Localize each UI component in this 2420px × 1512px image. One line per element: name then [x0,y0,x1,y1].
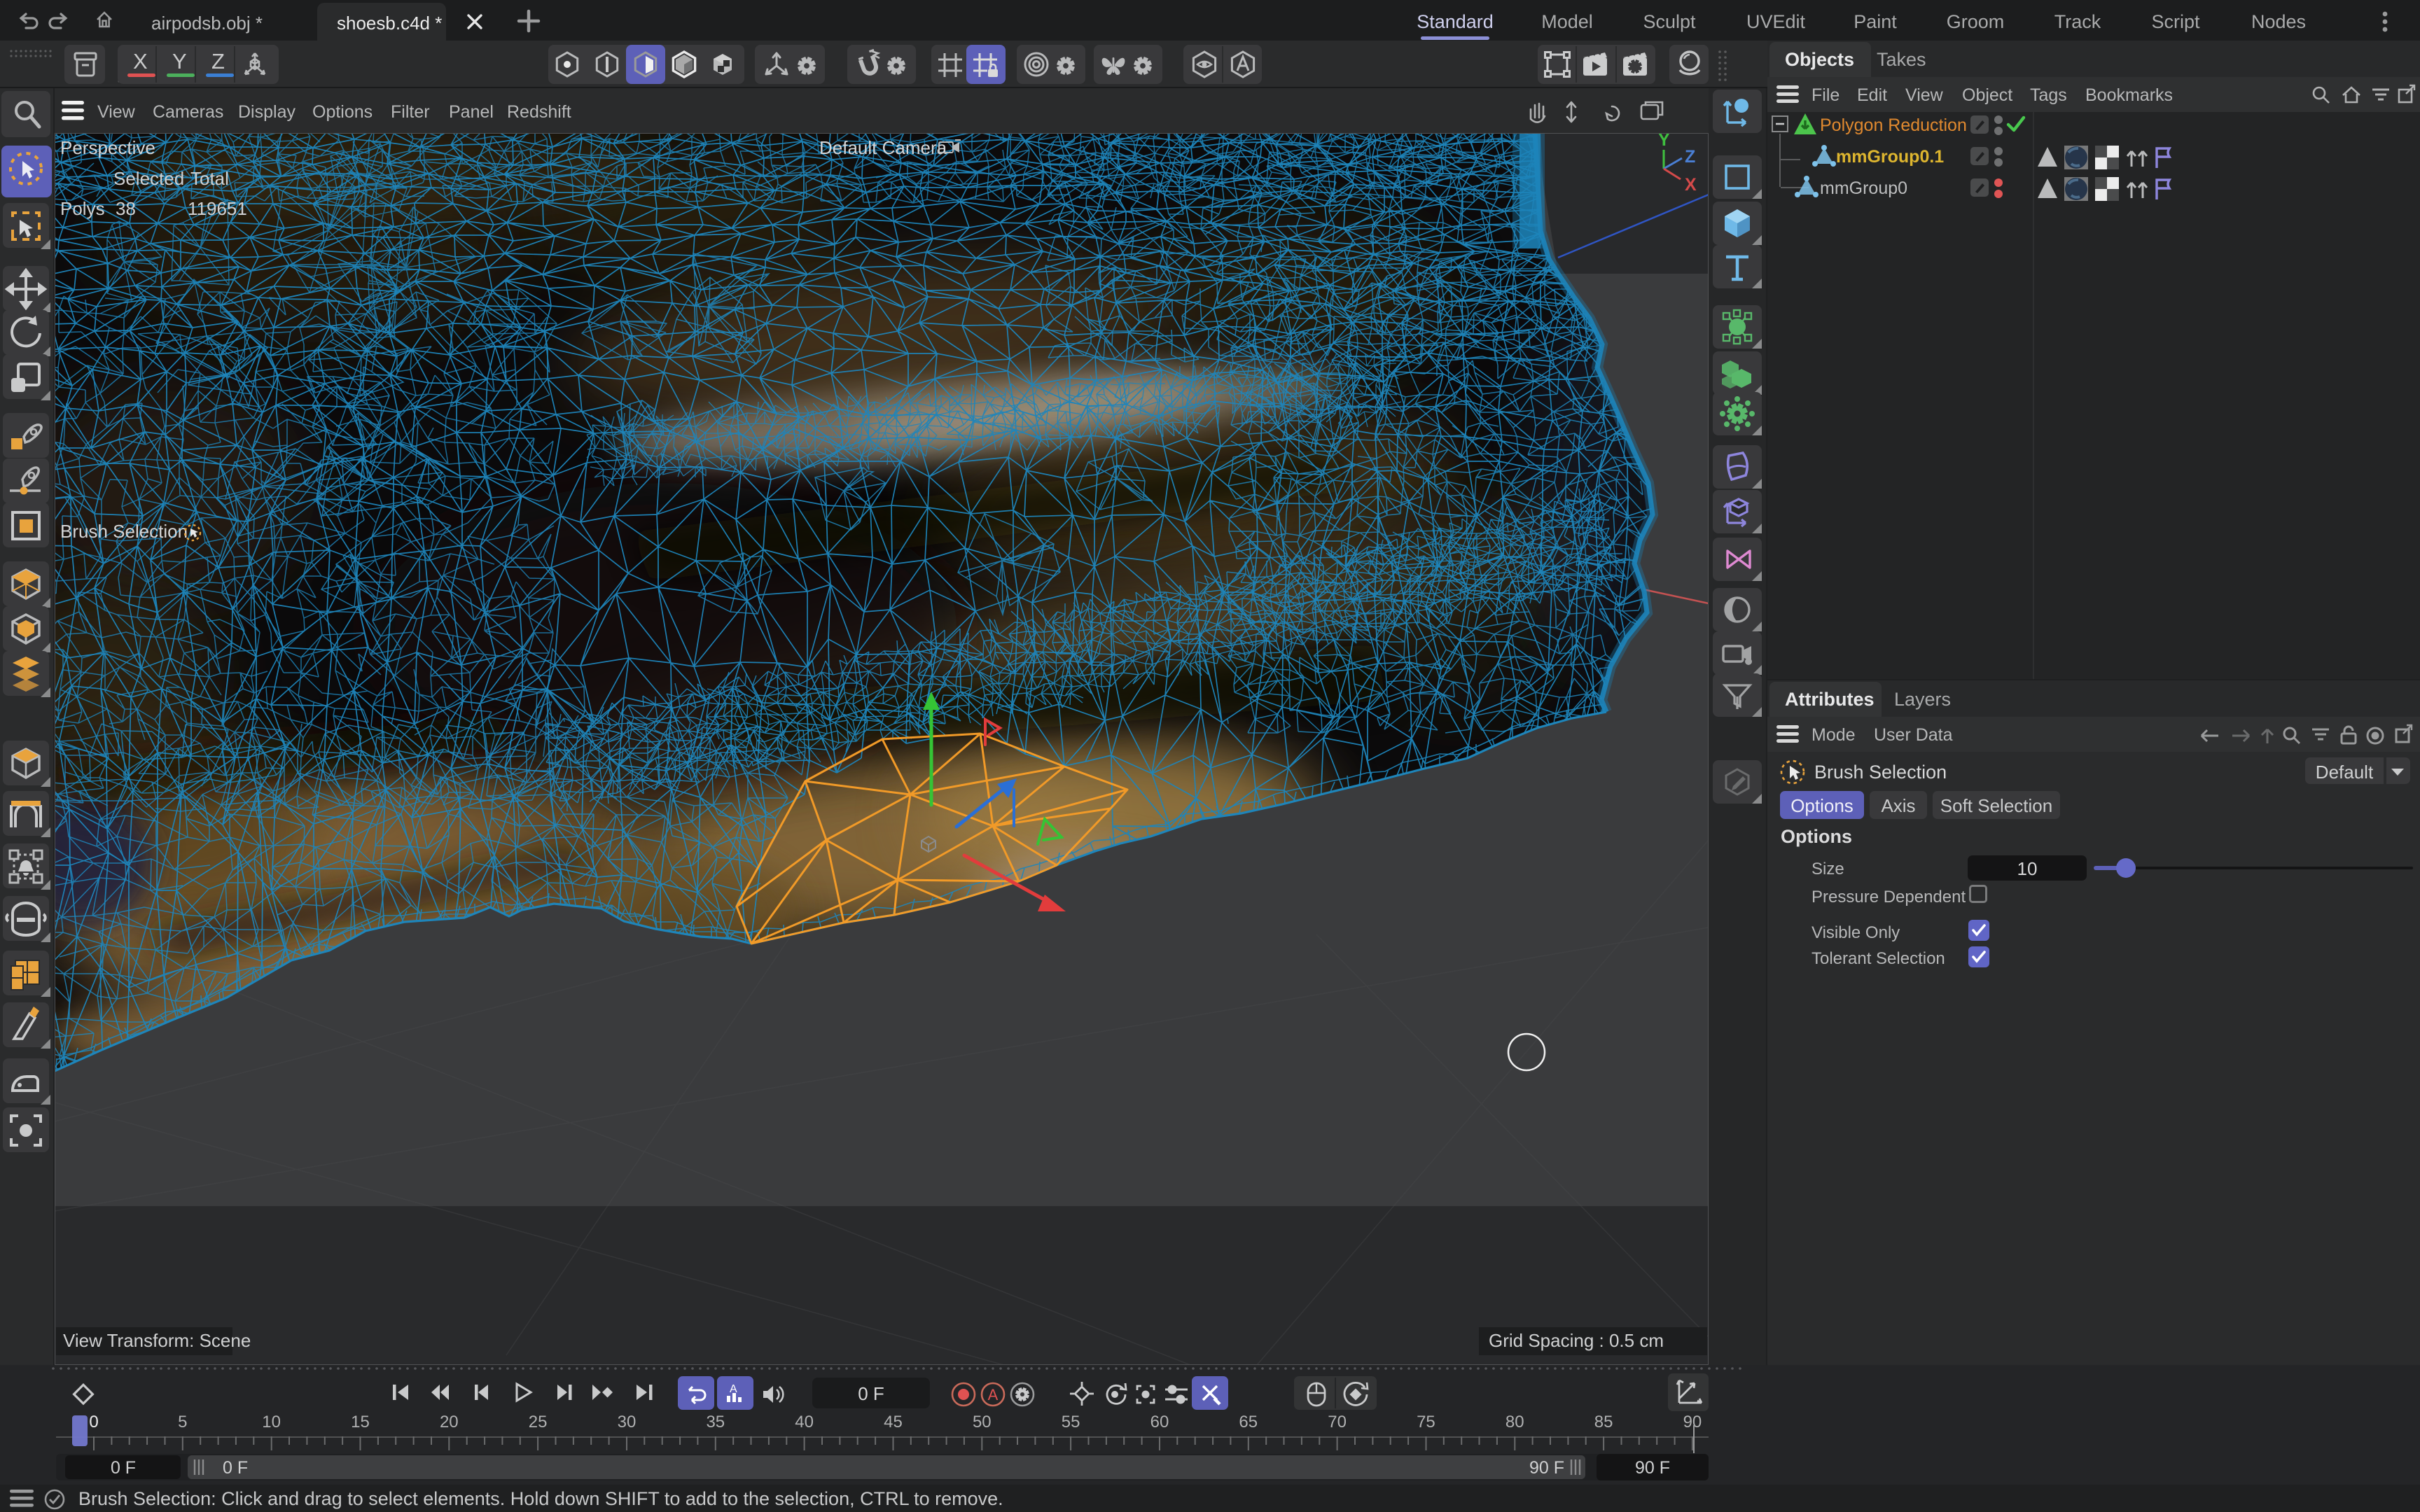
svg-text:A: A [988,1386,999,1404]
svg-text:Z: Z [1685,147,1695,167]
svg-text:Y: Y [1658,133,1670,150]
svg-text:X: X [1685,175,1697,195]
